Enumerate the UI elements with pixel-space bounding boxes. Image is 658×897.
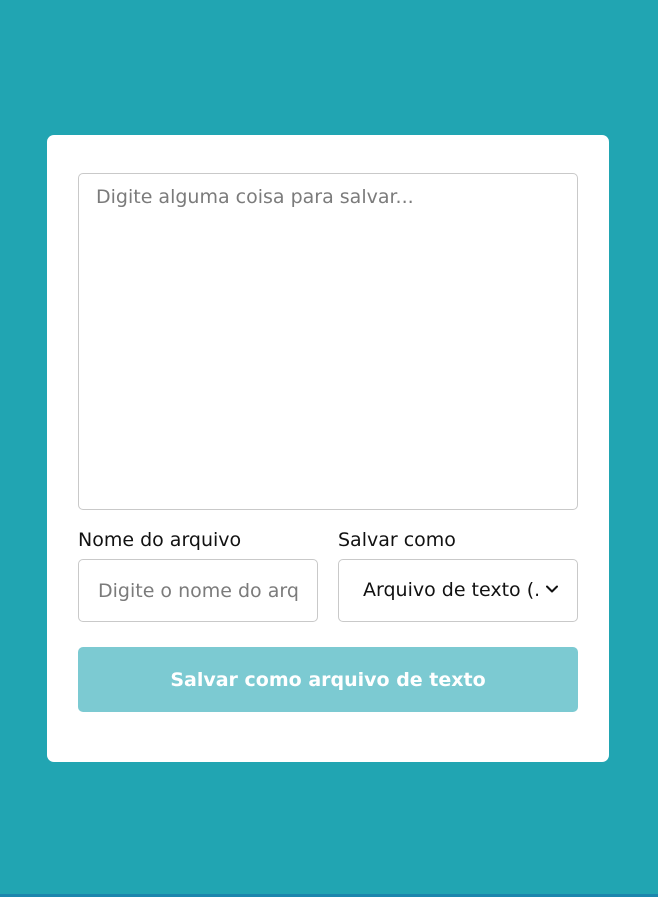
file-type-selected-value: Arquivo de texto (.txt)	[363, 579, 538, 601]
form-card: Nome do arquivo Salvar como Arquivo de t…	[47, 135, 609, 762]
save-as-label: Salvar como	[338, 529, 456, 551]
save-as-text-button[interactable]: Salvar como arquivo de texto	[78, 647, 578, 712]
filename-input[interactable]	[78, 559, 318, 622]
filename-label: Nome do arquivo	[78, 529, 242, 551]
chevron-down-icon	[541, 581, 563, 601]
file-type-select[interactable]: Arquivo de texto (.txt)	[338, 559, 578, 622]
text-editor[interactable]	[78, 173, 578, 510]
